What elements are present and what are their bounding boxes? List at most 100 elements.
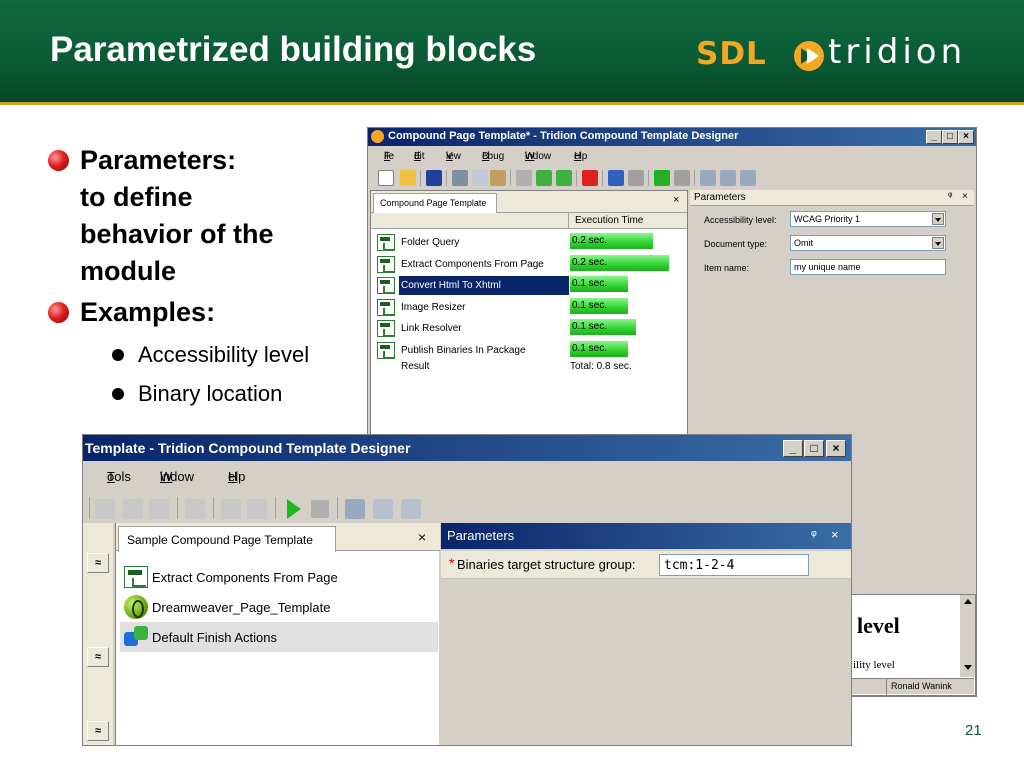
minimize-button[interactable]: _ (926, 130, 942, 144)
new-file-icon[interactable] (378, 170, 394, 186)
pin-icon[interactable]: ᵠ (811, 527, 817, 542)
maximize-button[interactable]: □ (942, 130, 958, 144)
preview-scrollbar[interactable] (960, 595, 975, 677)
bullet-examples: Examples: (48, 294, 368, 331)
parameters-title: Parameters ᵠ × (690, 190, 974, 206)
building-block-name: Extract Components From Page (401, 258, 544, 270)
execution-time-bar: 0.1 sec. (570, 276, 628, 292)
step-into-icon[interactable] (700, 170, 716, 186)
logo-mark-icon (794, 41, 824, 71)
cut-icon[interactable] (452, 170, 468, 186)
table-row[interactable]: Extract Components From Page 0.2 sec. (373, 254, 687, 275)
page-number: 21 (965, 722, 982, 739)
building-block-name: Convert Html To Xhtml (399, 276, 569, 295)
minimize-button[interactable]: _ (783, 440, 803, 457)
step-out-icon[interactable] (401, 499, 421, 519)
logo-brand: SDL (696, 36, 767, 72)
column-header-row: Execution Time (371, 213, 687, 229)
table-row[interactable]: Convert Html To Xhtml 0.1 sec. (373, 275, 687, 296)
move-up-icon[interactable] (123, 499, 143, 519)
parameters-title: Parameters ᵠ × (441, 523, 851, 549)
add-icon[interactable] (516, 170, 532, 186)
window-titlebar[interactable]: Template - Tridion Compound Template Des… (83, 435, 851, 461)
undo-icon[interactable] (221, 499, 241, 519)
slide-header: Parametrized building blocks SDL tridion (0, 0, 1024, 105)
tab-strip: Sample Compound Page Template × (116, 523, 440, 552)
redo-icon[interactable] (628, 170, 644, 186)
table-row[interactable]: Link Resolver 0.1 sec. (373, 318, 687, 339)
table-row[interactable]: Image Resizer 0.1 sec. (373, 297, 687, 318)
move-up-icon[interactable] (536, 170, 552, 186)
undo-icon[interactable] (608, 170, 624, 186)
redo-icon[interactable] (247, 499, 267, 519)
list-item[interactable]: Dreamweaver_Page_Template (120, 592, 438, 622)
run-icon[interactable] (287, 499, 301, 519)
pin-icon[interactable]: ᵠ (948, 191, 952, 202)
tab-strip: Compound Page Template × (371, 191, 687, 213)
close-pane-icon[interactable]: × (962, 191, 968, 202)
collapse-chevron-icon[interactable]: ≈ (87, 647, 109, 667)
param-label: Accessibility level: (704, 215, 777, 225)
close-button[interactable]: × (958, 130, 974, 144)
sub-bullet-binary-location: Binary location (48, 374, 368, 413)
document-type-select[interactable]: Omit (790, 235, 946, 251)
collapse-chevron-icon[interactable]: ≈ (87, 721, 109, 741)
scroll-down-icon[interactable] (964, 665, 972, 670)
run-icon[interactable] (654, 170, 670, 186)
template-icon (377, 320, 395, 337)
open-folder-icon[interactable] (400, 170, 416, 186)
table-row[interactable]: Folder Query 0.2 sec. (373, 232, 687, 253)
scroll-up-icon[interactable] (964, 599, 972, 604)
result-row: Result Total: 0.8 sec. (401, 361, 632, 372)
puzzle-icon (124, 626, 148, 648)
sub-bullet-accessibility: Accessibility level (48, 335, 368, 374)
stop-icon[interactable] (674, 170, 690, 186)
toolbar (83, 493, 851, 523)
execution-time-bar: 0.1 sec. (570, 340, 628, 357)
tab-compound-page-template[interactable]: Compound Page Template (373, 193, 497, 213)
bullet-parameters: Parameters: to define behavior of the mo… (48, 142, 368, 290)
delete-icon[interactable] (185, 499, 205, 519)
list-item[interactable]: Default Finish Actions (120, 622, 438, 652)
window-titlebar[interactable]: Compound Page Template* - Tridion Compou… (368, 128, 976, 146)
delete-icon[interactable] (582, 170, 598, 186)
step-into-icon[interactable] (345, 499, 365, 519)
step-over-icon[interactable] (720, 170, 736, 186)
move-down-icon[interactable] (149, 499, 169, 519)
close-button[interactable]: × (826, 440, 846, 457)
copy-icon[interactable] (472, 170, 488, 186)
binaries-target-input[interactable]: tcm:1-2-4 (659, 554, 809, 576)
close-tab-icon[interactable]: × (673, 194, 679, 206)
collapse-chevron-icon[interactable]: ≈ (87, 553, 109, 573)
step-out-icon[interactable] (740, 170, 756, 186)
maximize-button[interactable]: □ (804, 440, 824, 457)
toolbar (368, 166, 976, 190)
move-down-icon[interactable] (556, 170, 572, 186)
stop-icon[interactable] (311, 500, 329, 518)
tab-sample-compound-page-template[interactable]: Sample Compound Page Template (118, 526, 336, 552)
logo-product: tridion (828, 32, 967, 72)
chevron-down-icon[interactable] (932, 237, 944, 249)
item-name-input[interactable]: my unique name (790, 259, 946, 275)
close-pane-icon[interactable]: × (831, 527, 839, 542)
step-over-icon[interactable] (373, 499, 393, 519)
paste-icon[interactable] (490, 170, 506, 186)
close-tab-icon[interactable]: × (418, 529, 426, 545)
dreamweaver-icon (124, 595, 148, 619)
black-bullet-icon (112, 388, 124, 400)
accessibility-level-select[interactable]: WCAG Priority 1 (790, 211, 946, 227)
save-icon[interactable] (426, 170, 442, 186)
param-label: Document type: (704, 239, 768, 249)
template-icon (377, 341, 395, 359)
chevron-down-icon[interactable] (932, 213, 944, 225)
compound-template-designer-window-front: Template - Tridion Compound Template Des… (82, 434, 852, 746)
sdl-tridion-logo: SDL tridion (696, 32, 988, 76)
red-bullet-icon (48, 150, 69, 171)
execution-time-header[interactable]: Execution Time (568, 213, 687, 229)
add-icon[interactable] (95, 499, 115, 519)
bullet-list: Parameters: to define behavior of the mo… (48, 142, 368, 413)
red-bullet-icon (48, 302, 69, 323)
parameters-pane: Parameters ᵠ × * Binaries target structu… (441, 523, 851, 745)
execution-time-bar: 0.2 sec. (570, 254, 669, 271)
list-item[interactable]: Extract Components From Page (120, 562, 438, 592)
